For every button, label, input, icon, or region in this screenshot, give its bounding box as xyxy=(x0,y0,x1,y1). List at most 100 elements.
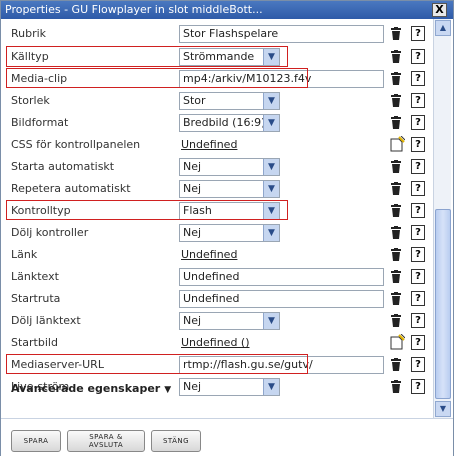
dolj-kontroller-select[interactable]: Nej ▼ xyxy=(179,224,280,242)
storlek-select[interactable]: Stor ▼ xyxy=(179,92,280,110)
rubrik-input[interactable]: Stor Flashspelare xyxy=(179,25,384,43)
trash-icon[interactable] xyxy=(390,116,402,130)
chevron-down-icon[interactable]: ▼ xyxy=(263,159,279,175)
help-icon[interactable]: ? xyxy=(411,357,425,372)
select-value: Nej xyxy=(183,226,202,239)
help-icon[interactable]: ? xyxy=(411,247,425,262)
highlight-media-clip xyxy=(6,68,308,88)
title-bar: Properties - GU Flowplayer in slot middl… xyxy=(1,1,453,19)
help-icon[interactable]: ? xyxy=(411,115,425,130)
help-icon[interactable]: ? xyxy=(411,49,425,64)
scroll-up-arrow-icon[interactable]: ▲ xyxy=(435,20,451,36)
highlight-kalltyp xyxy=(6,46,288,67)
trash-icon[interactable] xyxy=(390,27,402,41)
property-row-lanktext: Länktext Undefined ? xyxy=(1,266,433,288)
help-icon[interactable]: ? xyxy=(411,26,425,41)
help-icon[interactable]: ? xyxy=(411,379,425,394)
property-row-dolj-kontroller: Dölj kontroller Nej ▼ ? xyxy=(1,222,433,244)
chevron-down-icon[interactable]: ▼ xyxy=(263,115,279,131)
property-row-startbild: Startbild Undefined () ? xyxy=(1,332,433,354)
help-icon[interactable]: ? xyxy=(411,269,425,284)
help-icon[interactable]: ? xyxy=(411,159,425,174)
close-icon[interactable]: X xyxy=(432,3,447,17)
live-strom-select[interactable]: Nej ▼ xyxy=(179,378,280,396)
property-row-dolj-lanktext: Dölj länktext Nej ▼ ? xyxy=(1,310,433,332)
trash-icon[interactable] xyxy=(390,314,402,328)
property-row-repetera-automatiskt: Repetera automatiskt Nej ▼ ? xyxy=(1,178,433,200)
close-button[interactable]: STÄNG xyxy=(151,430,201,452)
help-icon[interactable]: ? xyxy=(411,137,425,152)
help-icon[interactable]: ? xyxy=(411,203,425,218)
chevron-down-icon[interactable]: ▼ xyxy=(263,225,279,241)
repetera-automatiskt-select[interactable]: Nej ▼ xyxy=(179,180,280,198)
property-label: Länk xyxy=(11,248,38,261)
bildformat-select[interactable]: Bredbild (16:9) ▼ xyxy=(179,114,280,132)
lanktext-input[interactable]: Undefined xyxy=(179,268,384,286)
property-row-css-kontrollpanel: CSS för kontrollpanelen Undefined ? xyxy=(1,134,433,156)
trash-icon[interactable] xyxy=(390,94,402,108)
select-value: Nej xyxy=(183,160,202,173)
scroll-thumb[interactable] xyxy=(435,209,451,399)
highlight-kontrolltyp xyxy=(6,200,288,220)
scroll-down-arrow-icon[interactable]: ▼ xyxy=(435,401,451,417)
highlight-mediaserver-url xyxy=(6,354,308,374)
select-value: Stor xyxy=(183,94,206,107)
property-row-bildformat: Bildformat Bredbild (16:9) ▼ ? xyxy=(1,112,433,134)
chevron-down-icon[interactable]: ▼ xyxy=(263,181,279,197)
dialog-title: Properties - GU Flowplayer in slot middl… xyxy=(5,3,263,16)
startruta-input[interactable]: Undefined xyxy=(179,290,384,308)
property-row-lank: Länk Undefined ? xyxy=(1,244,433,266)
property-row-rubrik: Rubrik Stor Flashspelare ? xyxy=(1,23,433,45)
dolj-lanktext-select[interactable]: Nej ▼ xyxy=(179,312,280,330)
help-icon[interactable]: ? xyxy=(411,93,425,108)
starta-automatiskt-select[interactable]: Nej ▼ xyxy=(179,158,280,176)
css-link[interactable]: Undefined xyxy=(181,138,237,151)
property-label: Bildformat xyxy=(11,116,69,129)
trash-icon[interactable] xyxy=(390,50,402,64)
trash-icon[interactable] xyxy=(390,160,402,174)
startbild-link[interactable]: Undefined () xyxy=(181,336,250,349)
edit-page-icon[interactable] xyxy=(389,136,405,152)
property-label: Länktext xyxy=(11,270,59,283)
trash-icon[interactable] xyxy=(390,248,402,262)
advanced-properties-toggle[interactable]: Avancerade egenskaper ▼ xyxy=(11,382,171,395)
property-label: Dölj kontroller xyxy=(11,226,89,239)
select-value: Bredbild (16:9) xyxy=(183,116,266,129)
trash-icon[interactable] xyxy=(390,204,402,218)
properties-dialog: Properties - GU Flowplayer in slot middl… xyxy=(0,0,454,456)
help-icon[interactable]: ? xyxy=(411,291,425,306)
save-button[interactable]: SPARA xyxy=(11,430,61,452)
trash-icon[interactable] xyxy=(390,226,402,240)
trash-icon[interactable] xyxy=(390,72,402,86)
select-value: Nej xyxy=(183,314,202,327)
property-label: Rubrik xyxy=(11,27,47,40)
chevron-down-icon[interactable]: ▼ xyxy=(263,313,279,329)
trash-icon[interactable] xyxy=(390,182,402,196)
help-icon[interactable]: ? xyxy=(411,313,425,328)
chevron-down-icon[interactable]: ▼ xyxy=(263,93,279,109)
help-icon[interactable]: ? xyxy=(411,181,425,196)
save-and-close-button[interactable]: SPARA & AVSLUTA xyxy=(67,430,145,452)
help-icon[interactable]: ? xyxy=(411,335,425,350)
caret-down-icon: ▼ xyxy=(164,385,172,395)
select-value: Nej xyxy=(183,182,202,195)
lank-link[interactable]: Undefined xyxy=(181,248,237,261)
property-row-storlek: Storlek Stor ▼ ? xyxy=(1,90,433,112)
save-close-line2: AVSLUTA xyxy=(88,441,124,449)
edit-page-icon[interactable] xyxy=(389,334,405,350)
property-label: Repetera automatiskt xyxy=(11,182,131,195)
trash-icon[interactable] xyxy=(390,270,402,284)
help-icon[interactable]: ? xyxy=(411,225,425,240)
advanced-properties-label: Avancerade egenskaper xyxy=(11,382,161,395)
help-icon[interactable]: ? xyxy=(411,71,425,86)
select-value: Nej xyxy=(183,380,202,393)
trash-icon[interactable] xyxy=(390,292,402,306)
save-close-line1: SPARA & xyxy=(89,433,123,441)
chevron-down-icon[interactable]: ▼ xyxy=(263,379,279,395)
trash-icon[interactable] xyxy=(390,358,402,372)
property-label: Dölj länktext xyxy=(11,314,81,327)
trash-icon[interactable] xyxy=(390,380,402,394)
property-label: Startbild xyxy=(11,336,58,349)
property-row-startruta: Startruta Undefined ? xyxy=(1,288,433,310)
vertical-scrollbar[interactable]: ▲ ▼ xyxy=(433,19,451,418)
